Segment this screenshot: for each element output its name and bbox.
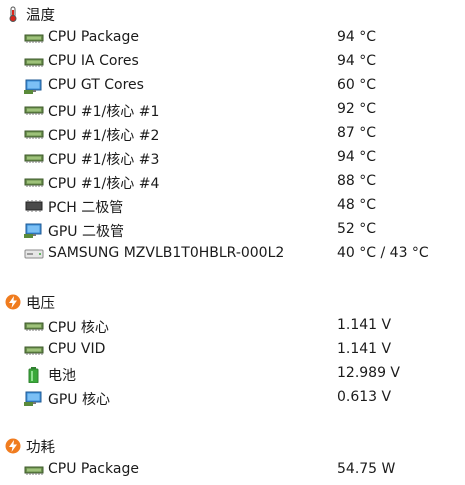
gpu-monitor-icon bbox=[24, 391, 44, 406]
sensor-value: 1.141 V bbox=[337, 317, 392, 333]
sensor-label: 电池 bbox=[48, 368, 76, 384]
sensor-label: CPU IA Cores bbox=[48, 53, 139, 69]
lightning-bolt-icon bbox=[5, 294, 21, 310]
power-section: 功耗 CPU Package 54.75 W bbox=[0, 434, 465, 482]
sensor-value: 94 °C bbox=[337, 149, 377, 165]
sensor-value: 92 °C bbox=[337, 101, 377, 117]
sensor-row[interactable]: CPU #1/核心 #4 88 °C bbox=[0, 170, 465, 194]
sensor-label: CPU VID bbox=[48, 341, 106, 357]
cpu-chip-icon bbox=[24, 103, 44, 117]
pch-chip-icon bbox=[24, 199, 44, 213]
thermometer-icon bbox=[5, 6, 21, 22]
lightning-bolt-icon bbox=[5, 438, 21, 454]
sensor-row[interactable]: CPU 核心 1.141 V bbox=[0, 314, 465, 338]
sensor-label: CPU #1/核心 #2 bbox=[48, 128, 160, 144]
sensor-value: 1.141 V bbox=[337, 341, 392, 357]
sensor-value: 0.613 V bbox=[337, 389, 392, 405]
section-title: 功耗 bbox=[26, 440, 55, 456]
sensor-value: 94 °C bbox=[337, 53, 377, 69]
cpu-chip-icon bbox=[24, 343, 44, 357]
gpu-monitor-icon bbox=[24, 79, 44, 94]
sensor-label: CPU #1/核心 #1 bbox=[48, 104, 160, 120]
sensor-row[interactable]: CPU #1/核心 #1 92 °C bbox=[0, 98, 465, 122]
sensor-row[interactable]: PCH 二极管 48 °C bbox=[0, 194, 465, 218]
sensor-row[interactable]: CPU #1/核心 #2 87 °C bbox=[0, 122, 465, 146]
sensor-label: GPU 二极管 bbox=[48, 224, 124, 240]
sensor-row[interactable]: CPU Package 54.75 W bbox=[0, 458, 465, 482]
sensor-row[interactable]: SAMSUNG MZVLB1T0HBLR-000L2 40 °C / 43 °C bbox=[0, 242, 465, 266]
sensor-value: 40 °C / 43 °C bbox=[337, 245, 429, 261]
cpu-chip-icon bbox=[24, 127, 44, 141]
voltage-section: 电压 CPU 核心 1.141 V CPU VID 1.141 V 电池 12.989 V… bbox=[0, 290, 465, 410]
sensor-row[interactable]: 电池 12.989 V bbox=[0, 362, 465, 386]
sensor-row[interactable]: GPU 核心 0.613 V bbox=[0, 386, 465, 410]
sensor-value: 12.989 V bbox=[337, 365, 401, 381]
gpu-monitor-icon bbox=[24, 223, 44, 238]
cpu-chip-icon bbox=[24, 463, 44, 477]
sensor-row[interactable]: GPU 二极管 52 °C bbox=[0, 218, 465, 242]
section-title: 电压 bbox=[26, 296, 55, 312]
sensor-label: SAMSUNG MZVLB1T0HBLR-000L2 bbox=[48, 245, 285, 261]
cpu-chip-icon bbox=[24, 175, 44, 189]
sensor-label: CPU Package bbox=[48, 29, 139, 45]
power-header[interactable]: 功耗 bbox=[0, 434, 465, 458]
cpu-chip-icon bbox=[24, 55, 44, 69]
sensor-row[interactable]: CPU GT Cores 60 °C bbox=[0, 74, 465, 98]
sensor-row[interactable]: CPU #1/核心 #3 94 °C bbox=[0, 146, 465, 170]
battery-icon bbox=[24, 367, 44, 383]
temperature-header[interactable]: 温度 bbox=[0, 2, 465, 26]
sensor-value: 54.75 W bbox=[337, 461, 396, 477]
voltage-header[interactable]: 电压 bbox=[0, 290, 465, 314]
sensor-label: CPU #1/核心 #4 bbox=[48, 176, 160, 192]
sensor-row[interactable]: CPU VID 1.141 V bbox=[0, 338, 465, 362]
cpu-chip-icon bbox=[24, 319, 44, 333]
drive-icon bbox=[24, 247, 44, 261]
sensor-value: 52 °C bbox=[337, 221, 377, 237]
sensor-value: 87 °C bbox=[337, 125, 377, 141]
cpu-chip-icon bbox=[24, 151, 44, 165]
sensor-label: CPU 核心 bbox=[48, 320, 109, 336]
temperature-section: 温度 CPU Package 94 °C CPU IA Cores 94 °C CPU … bbox=[0, 2, 465, 266]
sensor-label: PCH 二极管 bbox=[48, 200, 124, 216]
sensor-value: 94 °C bbox=[337, 29, 377, 45]
section-title: 温度 bbox=[26, 8, 55, 24]
sensor-label: GPU 核心 bbox=[48, 392, 110, 408]
sensor-label: CPU GT Cores bbox=[48, 77, 144, 93]
sensor-value: 48 °C bbox=[337, 197, 377, 213]
sensor-row[interactable]: CPU Package 94 °C bbox=[0, 26, 465, 50]
sensor-row[interactable]: CPU IA Cores 94 °C bbox=[0, 50, 465, 74]
sensor-value: 60 °C bbox=[337, 77, 377, 93]
sensor-label: CPU Package bbox=[48, 461, 139, 477]
cpu-chip-icon bbox=[24, 31, 44, 45]
sensor-label: CPU #1/核心 #3 bbox=[48, 152, 160, 168]
sensor-value: 88 °C bbox=[337, 173, 377, 189]
